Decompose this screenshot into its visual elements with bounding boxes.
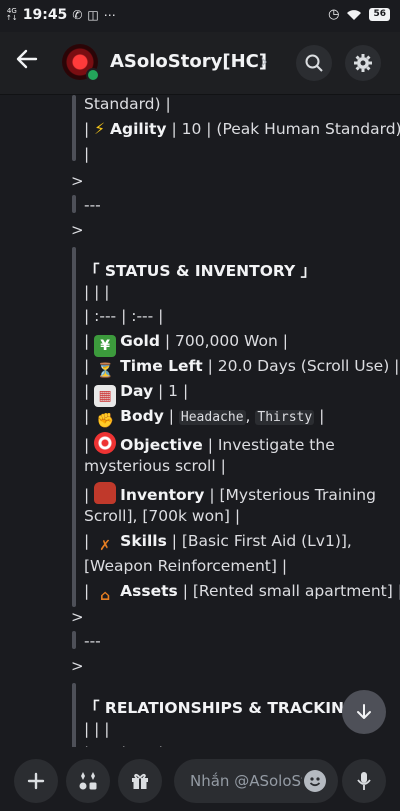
target-icon <box>94 432 117 454</box>
search-button[interactable] <box>296 45 332 81</box>
network-indicator: 4G ↑↓ <box>6 7 18 22</box>
blockquote-marker: > <box>71 657 84 675</box>
separator-text: --- <box>84 632 101 650</box>
settings-button[interactable] <box>345 45 381 81</box>
quote-bar <box>72 195 76 213</box>
separator-text: --- <box>84 196 101 214</box>
alarm-icon: ◷ <box>328 7 340 22</box>
assets-row: | ⌂ Assets | [Rented small apartment] | <box>84 582 400 607</box>
back-arrow-icon[interactable] <box>16 48 38 76</box>
emoji-icon[interactable] <box>304 770 326 792</box>
tools-icon: ✗ <box>99 538 112 554</box>
quote-bar <box>72 683 76 747</box>
quote-bar <box>72 631 76 649</box>
hourglass-icon: ⏳ <box>96 363 114 379</box>
chevron-right-icon[interactable]: › <box>260 49 268 73</box>
lightning-icon: ⚡ <box>94 120 106 138</box>
channel-header: ASoloStory[HC] › <box>0 32 400 95</box>
clock: 19:45 <box>22 7 68 23</box>
money-icon: ¥ <box>94 335 117 357</box>
status-bar: 4G ↑↓ 19:45 ✆ ◫ ⋯ ◷ 56 <box>0 0 400 32</box>
message-line: | | | <box>84 283 110 301</box>
message-line: [Weapon Reinforcement] | <box>84 557 288 575</box>
quote-bar <box>72 247 76 607</box>
gift-icon <box>132 773 148 789</box>
skills-row: | ✗ Skills | [Basic First Aid (Lv1)], <box>84 532 352 557</box>
quote-bar <box>72 95 76 161</box>
microphone-icon <box>357 772 371 790</box>
blockquote-marker: > <box>71 221 84 239</box>
backpack-icon <box>94 482 117 504</box>
blockquote-marker: > <box>71 608 84 626</box>
add-attachment-button[interactable] <box>14 759 58 803</box>
voice-message-button[interactable] <box>342 759 386 803</box>
gear-icon <box>354 54 372 72</box>
search-icon <box>305 54 323 72</box>
scroll-to-bottom-button[interactable] <box>342 690 386 734</box>
battery-indicator: 56 <box>369 8 390 21</box>
section-heading: 「 STATUS & INVENTORY 」 <box>84 262 317 280</box>
flexed-arm-icon: ✊ <box>96 413 114 429</box>
message-line: | ⚡ Agility | 10 | (Peak Human Standard) <box>84 120 400 138</box>
time-left-row: | ⏳ Time Left | 20.0 Days (Scroll Use) | <box>84 357 399 382</box>
arrow-down-icon <box>357 704 371 719</box>
message-input-container <box>174 759 338 803</box>
channel-title[interactable]: ASoloStory[HC] <box>110 51 267 72</box>
apps-button[interactable] <box>66 759 110 803</box>
message-line: mysterious scroll | <box>84 457 226 475</box>
objective-row: | Objective | Investigate the <box>84 432 335 454</box>
day-row: | ▦ Day | 1 | <box>84 382 188 407</box>
message-input[interactable] <box>188 771 304 791</box>
apps-icon <box>79 772 97 790</box>
message-composer <box>0 747 400 811</box>
message-line: | | | <box>84 720 110 738</box>
message-line: Scroll], [700k won] | <box>84 507 241 525</box>
online-status-indicator <box>86 68 100 82</box>
message-line: | <box>84 145 90 163</box>
gift-button[interactable] <box>118 759 162 803</box>
messenger-notification-icon: ✆ <box>72 8 83 22</box>
wifi-icon <box>347 9 362 20</box>
section-heading: 「 RELATIONSHIPS & TRACKING 」 <box>84 699 378 717</box>
message-content: Standard) | | ⚡ Agility | 10 | (Peak Hum… <box>0 95 400 747</box>
more-notifications-icon: ⋯ <box>103 8 116 22</box>
plus-icon <box>27 772 45 790</box>
gold-row: | ¥ Gold | 700,000 Won | <box>84 332 288 357</box>
body-row: | ✊ Body | Headache, Thirsty | <box>84 407 324 432</box>
house-icon: ⌂ <box>100 588 111 604</box>
message-line: | :--- | :--- | <box>84 307 164 325</box>
notification-icon: ◫ <box>87 8 99 22</box>
blockquote-marker: > <box>71 172 84 190</box>
message-line: Standard) | <box>84 95 171 113</box>
inventory-row: | Inventory | [Mysterious Training <box>84 482 376 504</box>
calendar-icon: ▦ <box>94 385 117 407</box>
